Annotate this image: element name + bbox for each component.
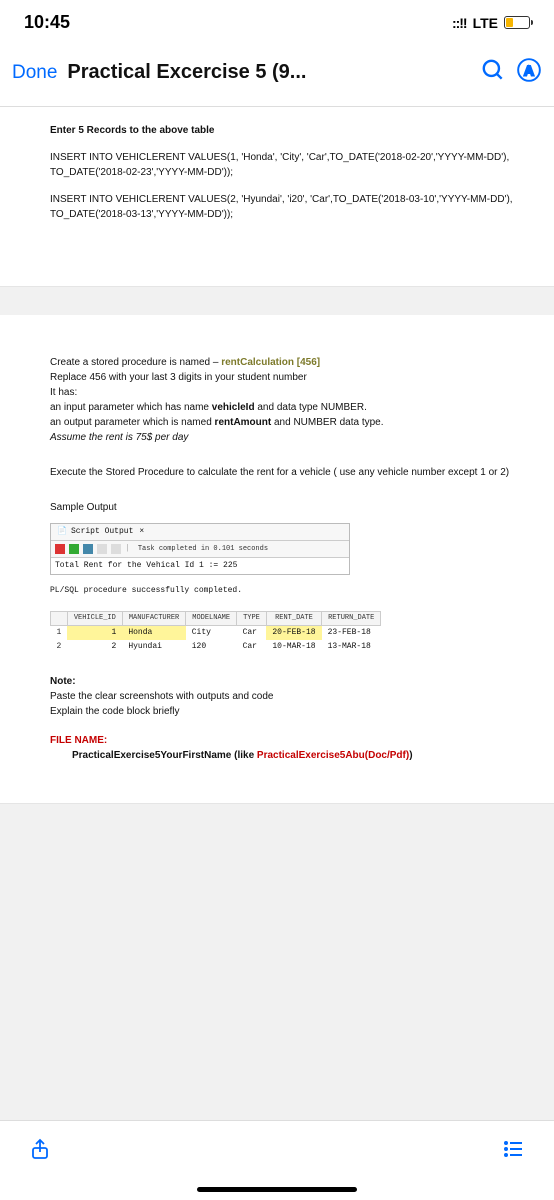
svg-text:A: A xyxy=(524,62,534,78)
document-viewport[interactable]: Enter 5 Records to the above table INSER… xyxy=(0,107,554,884)
col-header: MODELNAME xyxy=(186,612,237,626)
col-header: TYPE xyxy=(237,612,267,626)
filename-value: PracticalExercise5YourFirstName (like Pr… xyxy=(50,748,526,763)
search-button[interactable] xyxy=(480,57,506,88)
filename-label: FILE NAME: xyxy=(50,733,526,748)
tab-icon: 📄 xyxy=(57,526,67,538)
list-button[interactable] xyxy=(502,1137,526,1166)
script-toolbar: | Task completed in 0.101 seconds xyxy=(51,541,349,558)
page-2: Create a stored procedure is named – ren… xyxy=(0,315,554,804)
share-button[interactable] xyxy=(28,1137,52,1166)
note-block: Note: Paste the clear screenshots with o… xyxy=(50,674,526,719)
network-label: LTE xyxy=(473,15,498,31)
text-line: Replace 456 with your last 3 digits in y… xyxy=(50,370,526,385)
col-header: MANUFACTURER xyxy=(122,612,185,626)
tool-print-icon xyxy=(97,544,107,554)
signal-icon: ::!! xyxy=(452,15,467,31)
avatar-button[interactable]: A xyxy=(516,57,542,88)
tool-pin-icon xyxy=(55,544,65,554)
filename-block: FILE NAME: PracticalExercise5YourFirstNa… xyxy=(50,733,526,763)
table-row: 1 1 Honda City Car 20-FEB-18 23-FEB-18 xyxy=(51,625,381,640)
section-heading: Enter 5 Records to the above table xyxy=(50,123,526,138)
note-line: Explain the code block briefly xyxy=(50,704,526,719)
text-line: It has: xyxy=(50,385,526,400)
procedure-name: rentCalculation [456] xyxy=(221,357,320,368)
done-button[interactable]: Done xyxy=(12,62,57,84)
script-output-panel: 📄 Script Output × | Task completed in 0.… xyxy=(50,523,350,575)
nav-bar: Done Practical Excercise 5 (9... A xyxy=(0,41,554,107)
tool-save-icon xyxy=(83,544,93,554)
col-header: VEHICLE_ID xyxy=(67,612,122,626)
note-heading: Note: xyxy=(50,674,526,689)
note-line: Paste the clear screenshots with outputs… xyxy=(50,689,526,704)
document-title: Practical Excercise 5 (9... xyxy=(67,61,470,84)
status-right: ::!! LTE xyxy=(452,15,530,31)
close-icon: × xyxy=(139,526,144,538)
task-status: Task completed in 0.101 seconds xyxy=(138,544,268,555)
text-line-italic: Assume the rent is 75$ per day xyxy=(50,430,526,445)
sql-statement-2: INSERT INTO VEHICLERENT VALUES(2, 'Hyund… xyxy=(50,192,526,222)
home-indicator[interactable] xyxy=(197,1187,357,1192)
battery-icon xyxy=(504,16,530,29)
page-gap xyxy=(0,287,554,315)
status-bar: 10:45 ::!! LTE xyxy=(0,0,554,41)
tool-pencil-icon xyxy=(69,544,79,554)
sql-statement-1: INSERT INTO VEHICLERENT VALUES(1, 'Honda… xyxy=(50,150,526,180)
col-header: RENT_DATE xyxy=(266,612,321,626)
table-row: 2 2 Hyundai i20 Car 10-MAR-18 13-MAR-18 xyxy=(51,640,381,654)
table-header-row: VEHICLE_ID MANUFACTURER MODELNAME TYPE R… xyxy=(51,612,381,626)
status-time: 10:45 xyxy=(24,12,70,33)
script-output-tab: 📄 Script Output × xyxy=(51,524,349,541)
text-line: Create a stored procedure is named – ren… xyxy=(50,355,526,370)
procedure-spec: Create a stored procedure is named – ren… xyxy=(50,355,526,445)
sample-output-label: Sample Output xyxy=(50,500,526,515)
script-output-line: Total Rent for the Vehical Id 1 := 225 xyxy=(51,558,349,574)
plsql-message: PL/SQL procedure successfully completed. xyxy=(50,585,526,597)
result-table: VEHICLE_ID MANUFACTURER MODELNAME TYPE R… xyxy=(50,611,526,654)
text-line: an output parameter which is named rentA… xyxy=(50,415,526,430)
tool-clear-icon xyxy=(111,544,121,554)
execute-instruction: Execute the Stored Procedure to calculat… xyxy=(50,465,526,480)
text-line: an input parameter which has name vehicl… xyxy=(50,400,526,415)
page-1: Enter 5 Records to the above table INSER… xyxy=(0,107,554,287)
col-header: RETURN_DATE xyxy=(322,612,381,626)
